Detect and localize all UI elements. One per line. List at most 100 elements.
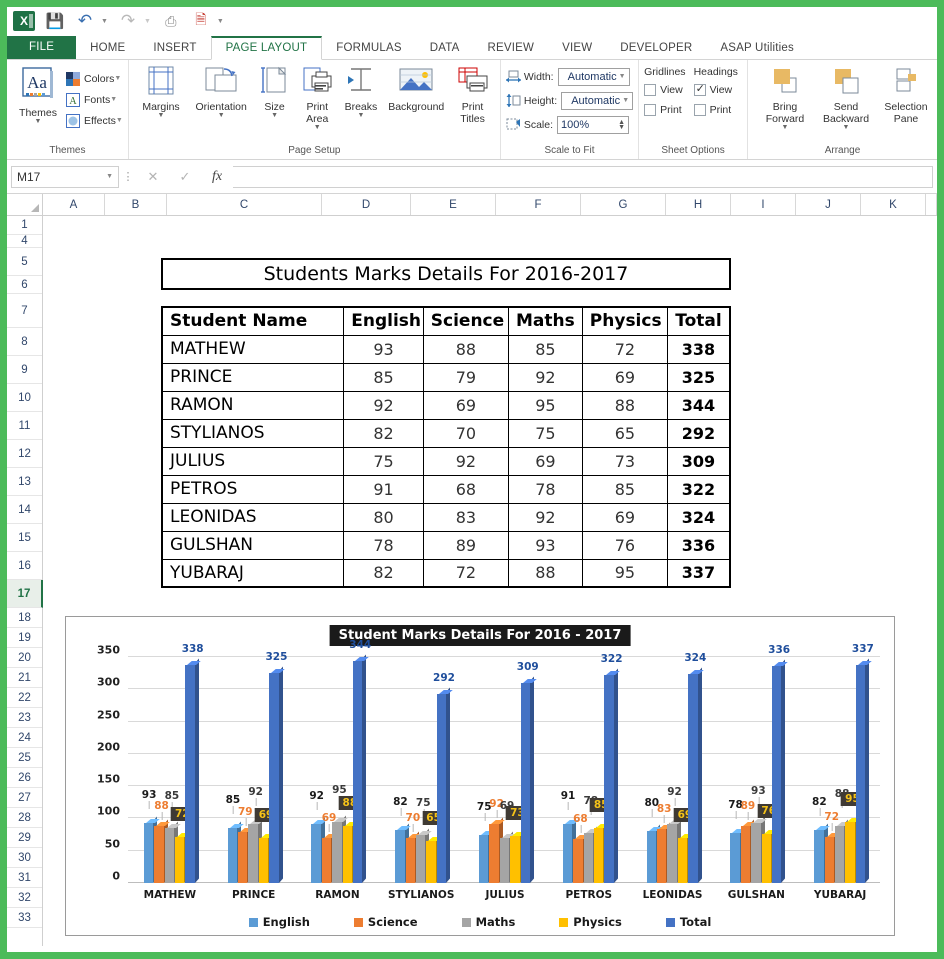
row-header-11[interactable]: 11 (7, 412, 42, 440)
row-header-7[interactable]: 7 (7, 294, 42, 328)
row-header-5[interactable]: 5 (7, 248, 42, 276)
bring-forward-button[interactable]: Bring Forward ▼ (758, 64, 812, 131)
column-header-K[interactable]: K (861, 194, 926, 215)
column-header-G[interactable]: G (581, 194, 666, 215)
chart-legend-item[interactable]: Physics (559, 915, 622, 929)
row-header-12[interactable]: 12 (7, 440, 42, 468)
row-header-1[interactable]: 1 (7, 216, 42, 235)
formula-input[interactable] (233, 165, 933, 188)
row-header-8[interactable]: 8 (7, 328, 42, 356)
undo-dropdown-icon[interactable]: ▼ (101, 18, 108, 25)
theme-colors-button[interactable]: Colors ▼ (66, 68, 123, 89)
redo-icon[interactable]: ↷ (118, 11, 138, 31)
name-box[interactable]: M17 ▼ (11, 165, 119, 188)
row-header-16[interactable]: 16 (7, 552, 42, 580)
theme-fonts-dropdown-icon[interactable]: ▼ (110, 96, 117, 103)
chart-legend-item[interactable]: Science (353, 915, 418, 929)
touch-mode-icon[interactable]: ⎙ (161, 11, 181, 31)
column-header-A[interactable]: A (43, 194, 105, 215)
print-titles-button[interactable]: Print Titles (450, 64, 495, 125)
row-header-32[interactable]: 32 (7, 888, 42, 908)
send-backward-dropdown-icon[interactable]: ▼ (843, 124, 850, 131)
save-icon[interactable]: 💾 (45, 11, 65, 31)
tab-insert[interactable]: INSERT (139, 38, 210, 59)
row-header-14[interactable]: 14 (7, 496, 42, 524)
size-dropdown-icon[interactable]: ▼ (271, 112, 278, 119)
chart-legend-item[interactable]: Maths (461, 915, 515, 929)
margins-dropdown-icon[interactable]: ▼ (158, 112, 165, 119)
breaks-button[interactable]: Breaks ▼ (340, 64, 383, 119)
theme-colors-dropdown-icon[interactable]: ▼ (114, 75, 121, 82)
row-header-18[interactable]: 18 (7, 608, 42, 628)
headings-view-checkbox[interactable]: View (693, 82, 738, 98)
row-header-30[interactable]: 30 (7, 848, 42, 868)
send-backward-button[interactable]: Send Backward ▼ (816, 64, 876, 131)
column-header-B[interactable]: B (105, 194, 167, 215)
headings-print-checkbox[interactable]: Print (693, 102, 738, 118)
row-header-19[interactable]: 19 (7, 628, 42, 648)
select-all-corner[interactable] (7, 194, 43, 215)
tab-formulas[interactable]: FORMULAS (322, 38, 416, 59)
gridlines-print-checkbox[interactable]: Print (644, 102, 685, 118)
tab-asap-utilities[interactable]: ASAP Utilities (706, 38, 808, 59)
scale-spinner[interactable]: 100% ▲ ▼ (557, 115, 630, 134)
scale-spinner-arrows[interactable]: ▲ ▼ (618, 119, 625, 131)
breaks-dropdown-icon[interactable]: ▼ (357, 112, 364, 119)
tab-developer[interactable]: DEVELOPER (606, 38, 706, 59)
customize-qat-icon[interactable]: ▼ (217, 18, 224, 25)
width-combobox[interactable]: Automatic ▼ (557, 67, 630, 86)
row-header-26[interactable]: 26 (7, 768, 42, 788)
column-header-J[interactable]: J (796, 194, 861, 215)
theme-effects-dropdown-icon[interactable]: ▼ (116, 117, 123, 124)
column-header-E[interactable]: E (411, 194, 496, 215)
selection-pane-button[interactable]: Selection Pane (880, 64, 932, 125)
theme-effects-button[interactable]: Effects ▼ (66, 110, 123, 131)
column-header-D[interactable]: D (322, 194, 411, 215)
row-header-22[interactable]: 22 (7, 688, 42, 708)
name-box-dropdown-icon[interactable]: ▼ (106, 173, 113, 180)
themes-dropdown-icon[interactable]: ▼ (35, 118, 42, 125)
row-header-13[interactable]: 13 (7, 468, 42, 496)
size-button[interactable]: Size ▼ (254, 64, 295, 119)
row-header-17[interactable]: 17 (7, 580, 43, 608)
row-header-20[interactable]: 20 (7, 648, 42, 668)
row-header-24[interactable]: 24 (7, 728, 42, 748)
row-header-21[interactable]: 21 (7, 668, 42, 688)
tab-review[interactable]: REVIEW (474, 38, 549, 59)
enter-icon[interactable]: ✓ (169, 166, 201, 188)
tab-home[interactable]: HOME (76, 38, 139, 59)
column-header-F[interactable]: F (496, 194, 581, 215)
orientation-dropdown-icon[interactable]: ▼ (218, 112, 225, 119)
row-header-9[interactable]: 9 (7, 356, 42, 384)
print-area-dropdown-icon[interactable]: ▼ (314, 124, 321, 131)
orientation-button[interactable]: Orientation ▼ (188, 64, 254, 119)
tab-file[interactable]: FILE (7, 36, 77, 59)
row-header-31[interactable]: 31 (7, 868, 42, 888)
background-button[interactable]: Background (382, 64, 450, 113)
row-header-10[interactable]: 10 (7, 384, 42, 412)
height-dropdown-icon[interactable]: ▼ (622, 97, 629, 104)
row-header-4[interactable]: 4 (7, 235, 42, 248)
chart-legend-item[interactable]: English (248, 915, 310, 929)
row-header-23[interactable]: 23 (7, 708, 42, 728)
margins-button[interactable]: Margins ▼ (134, 64, 188, 119)
insert-function-icon[interactable]: fx (201, 166, 233, 188)
bring-forward-dropdown-icon[interactable]: ▼ (782, 124, 789, 131)
row-header-27[interactable]: 27 (7, 788, 42, 808)
row-header-28[interactable]: 28 (7, 808, 42, 828)
chart-legend-item[interactable]: Total (665, 915, 711, 929)
row-header-29[interactable]: 29 (7, 828, 42, 848)
tab-view[interactable]: VIEW (548, 38, 606, 59)
height-combobox[interactable]: Automatic ▼ (561, 91, 634, 110)
column-header-I[interactable]: I (731, 194, 796, 215)
redo-dropdown-icon[interactable]: ▼ (144, 18, 151, 25)
print-area-button[interactable]: Print Area ▼ (295, 64, 340, 131)
tab-data[interactable]: DATA (416, 38, 474, 59)
cancel-icon[interactable]: ✕ (137, 166, 169, 188)
pdf-icon[interactable]: 🗎 (191, 11, 211, 31)
themes-button[interactable]: Aa Themes ▼ (12, 64, 64, 125)
undo-icon[interactable]: ↶ (75, 11, 95, 31)
row-header-15[interactable]: 15 (7, 524, 42, 552)
gridlines-view-checkbox[interactable]: View (644, 82, 685, 98)
theme-fonts-button[interactable]: A Fonts ▼ (66, 89, 123, 110)
